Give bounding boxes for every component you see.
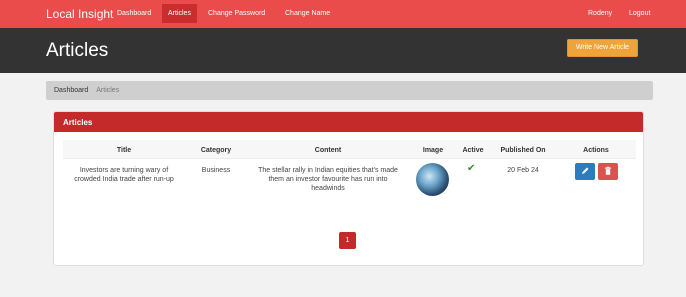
article-content-line-3: headwinds	[311, 185, 345, 192]
article-content-line-2: them an investor favourite has run into	[268, 176, 388, 183]
top-navbar: Local Insight Dashboard Articles Change …	[0, 0, 686, 28]
column-header-title: Title	[116, 147, 132, 154]
article-title-line-1: Investors are turning wary of	[79, 167, 169, 174]
article-category: Business	[201, 167, 231, 174]
pencil-icon	[582, 167, 589, 174]
panel-heading: Articles	[54, 112, 643, 132]
column-header-actions: Actions	[583, 147, 609, 154]
breadcrumb-current: Articles	[96, 87, 120, 94]
nav-link-articles[interactable]: Articles	[162, 4, 197, 23]
breadcrumb-dashboard[interactable]: Dashboard	[54, 87, 88, 94]
column-header-image: Image	[422, 147, 444, 154]
article-title: Investors are turning wary of crowded In…	[64, 166, 184, 184]
write-new-article-button[interactable]: Write New Article	[567, 39, 638, 57]
column-header-active: Active	[462, 147, 484, 154]
article-thumbnail-image[interactable]	[416, 163, 449, 196]
article-published-date: 20 Feb 24	[507, 167, 539, 174]
brand-logo[interactable]: Local Insight	[46, 7, 113, 21]
table-divider	[63, 158, 636, 159]
article-content-line-1: The stellar rally in Indian equities tha…	[258, 167, 398, 174]
breadcrumb: Dashboard Articles	[46, 81, 653, 100]
nav-user-name[interactable]: Rodeny	[588, 10, 612, 17]
nav-link-change-password[interactable]: Change Password	[208, 10, 265, 17]
article-title-line-2: crowded India trade after run-up	[74, 176, 174, 183]
column-header-category: Category	[200, 147, 232, 154]
column-header-published-on: Published On	[500, 147, 546, 154]
nav-logout[interactable]: Logout	[629, 10, 650, 17]
page-title: Articles	[46, 40, 109, 61]
delete-button[interactable]	[598, 163, 618, 180]
article-content: The stellar rally in Indian equities tha…	[250, 166, 406, 193]
column-header-content: Content	[314, 147, 342, 154]
trash-icon	[605, 166, 611, 175]
check-icon: ✔	[467, 163, 476, 174]
nav-link-dashboard[interactable]: Dashboard	[117, 10, 151, 17]
edit-button[interactable]	[575, 163, 595, 180]
pagination-page-1[interactable]: 1	[339, 232, 356, 249]
page-header: Articles Write New Article	[0, 28, 686, 73]
nav-link-change-name[interactable]: Change Name	[285, 10, 330, 17]
